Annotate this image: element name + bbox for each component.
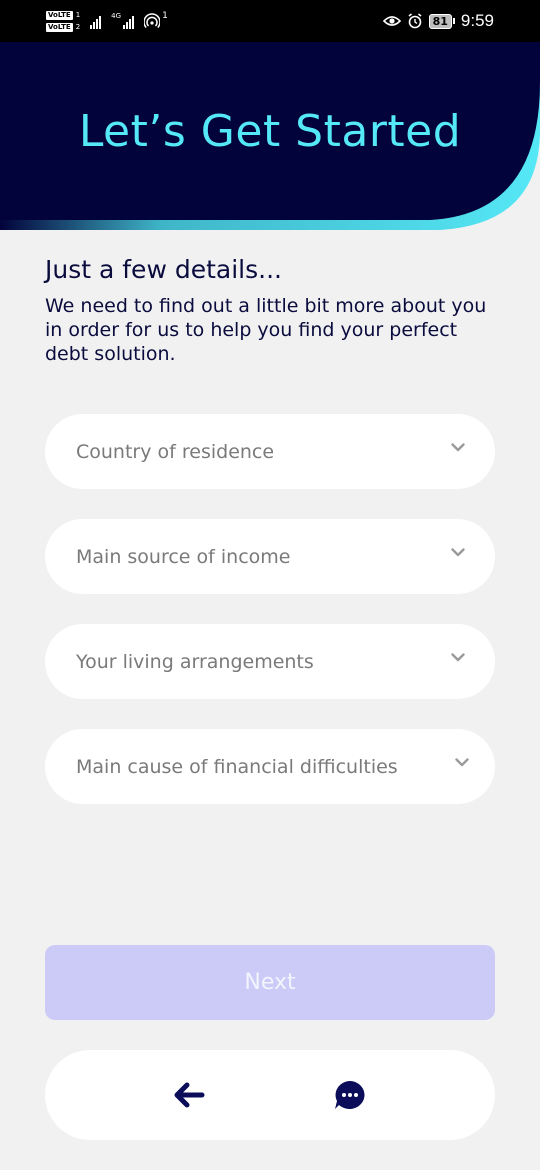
sim2-number: 2 [75,22,81,31]
chevron-down-icon [451,548,465,557]
hotspot-icon [144,13,161,29]
living-arrangements-placeholder: Your living arrangements [76,650,314,673]
network-type-label: 4G [111,12,122,20]
financial-difficulties-cause-placeholder: Main cause of financial difficulties [76,755,398,778]
intro-heading: Just a few details... [45,255,282,284]
country-of-residence-placeholder: Country of residence [76,440,275,463]
status-right: 81 9:59 [382,11,494,31]
chevron-down-icon [451,443,465,452]
intro-description: We need to find out a little bit more ab… [45,295,487,365]
page-title: Let’s Get Started [78,106,462,157]
living-arrangements-select[interactable]: Your living arrangements [45,624,495,699]
sim2-volte: VoLTE 2 [46,22,81,32]
volte-indicators: VoLTE 1 VoLTE 2 [46,10,81,32]
next-button[interactable]: Next [45,945,495,1020]
hotspot-count: 1 [162,10,168,21]
chevron-down-icon [455,758,469,767]
status-bar: VoLTE 1 VoLTE 2 4G 1 81 9:59 [0,0,540,42]
financial-difficulties-cause-select[interactable]: Main cause of financial difficulties [45,729,495,804]
chevron-down-icon [451,653,465,662]
eye-comfort-icon [382,16,401,26]
main-source-of-income-placeholder: Main source of income [76,545,291,568]
battery-icon: 81 [428,13,455,29]
sim2-volte-badge: VoLTE [46,22,73,32]
alarm-icon [408,13,422,29]
sim1-number: 1 [75,10,81,19]
bottom-nav [45,1050,495,1140]
header: Let’s Get Started [0,42,540,232]
country-of-residence-select[interactable]: Country of residence [45,414,495,489]
sim1-volte-badge: VoLTE [46,10,73,20]
chat-bubble-icon[interactable] [333,1079,367,1111]
sim1-volte: VoLTE 1 [46,10,81,20]
arrow-left-icon[interactable] [172,1079,206,1111]
status-left: VoLTE 1 VoLTE 2 4G 1 [46,10,168,32]
battery-level: 81 [428,13,452,29]
clock: 9:59 [460,11,494,30]
signal-1-icon [90,13,102,29]
next-button-label: Next [244,970,296,995]
signal-2-icon: 4G [111,12,135,29]
main-source-of-income-select[interactable]: Main source of income [45,519,495,594]
